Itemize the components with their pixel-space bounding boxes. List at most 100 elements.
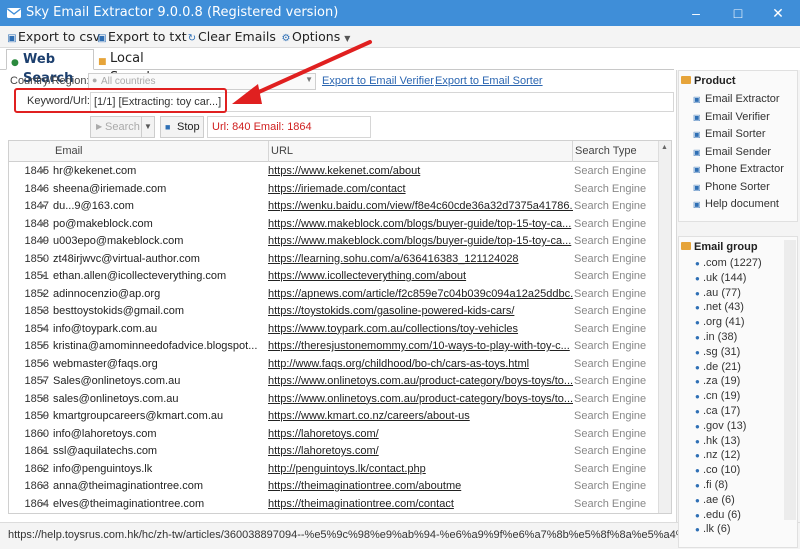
email-group-item[interactable]: ● .sg (31): [695, 346, 740, 358]
email-cell[interactable]: du...9@163.com: [53, 200, 268, 212]
email-cell[interactable]: sales@onlinetoys.com.au: [53, 393, 268, 405]
email-cell[interactable]: webmaster@faqs.org: [53, 358, 268, 370]
table-row[interactable]: 1855 ▸ kristina@amominneedofadvice.blogspo…: [9, 337, 671, 355]
results-table[interactable]: Email URL Search Type 1845 ▸ hr@kekenet.co…: [8, 140, 672, 514]
maximize-button[interactable]: □: [718, 0, 758, 26]
column-divider[interactable]: [268, 141, 269, 162]
email-group-item[interactable]: ● .lk (6): [695, 523, 731, 535]
url-cell[interactable]: https://www.onlinetoys.com.au/product-ca…: [268, 375, 573, 387]
url-cell[interactable]: http://www.faqs.org/childhood/bo-ch/cars…: [268, 358, 573, 370]
email-cell[interactable]: ethan.allen@icollecteverything.com: [53, 270, 268, 282]
url-cell[interactable]: https://www.kekenet.com/about: [268, 165, 573, 177]
table-row[interactable]: 1860 ▸ info@lahoretoys.com https://lahoreto…: [9, 425, 671, 443]
email-cell[interactable]: besttoystokids@gmail.com: [53, 305, 268, 317]
product-item[interactable]: ▣ Email Verifier: [693, 111, 770, 123]
email-cell[interactable]: info@penguintoys.lk: [53, 463, 268, 475]
url-cell[interactable]: https://theimaginationtree.com/contact: [268, 498, 573, 510]
url-cell[interactable]: https://www.toypark.com.au/collections/t…: [268, 323, 573, 335]
email-cell[interactable]: kristina@amominneedofadvice.blogspot...: [53, 340, 268, 352]
email-group-item[interactable]: ● .ca (17): [695, 405, 740, 417]
clear-emails-button[interactable]: ↻ Clear Emails: [186, 28, 276, 46]
email-cell[interactable]: po@makeblock.com: [53, 218, 268, 230]
table-row[interactable]: 1854 ▸ info@toypark.com.au https://www.toyp…: [9, 320, 671, 338]
email-cell[interactable]: Sales@onlinetoys.com.au: [53, 375, 268, 387]
product-item[interactable]: ▣ Email Sorter: [693, 128, 766, 140]
email-cell[interactable]: sheena@iriemade.com: [53, 183, 268, 195]
email-group-item[interactable]: ● .fi (8): [695, 479, 728, 491]
url-cell[interactable]: https://www.kmart.co.nz/careers/about-us: [268, 410, 573, 422]
scroll-up-icon[interactable]: ▲: [661, 144, 668, 151]
minimize-button[interactable]: –: [676, 0, 716, 26]
email-cell[interactable]: info@lahoretoys.com: [53, 428, 268, 440]
email-cell[interactable]: anna@theimaginationtree.com: [53, 480, 268, 492]
product-item[interactable]: ▣ Help document: [693, 198, 779, 210]
table-row[interactable]: 1857 ▸ Sales@onlinetoys.com.au https://www.…: [9, 372, 671, 390]
search-button[interactable]: ▶ Search: [90, 116, 142, 138]
url-cell[interactable]: https://wenku.baidu.com/view/f8e4c60cde3…: [268, 200, 573, 212]
url-cell[interactable]: https://theimaginationtree.com/aboutme: [268, 480, 573, 492]
table-row[interactable]: 1856 ▸ webmaster@faqs.org http://www.faqs.o…: [9, 355, 671, 373]
email-group-item[interactable]: ● .in (38): [695, 331, 737, 343]
header-search-type[interactable]: Search Type: [575, 145, 637, 157]
email-group-item[interactable]: ● .de (21): [695, 361, 741, 373]
close-button[interactable]: ✕: [758, 0, 798, 26]
email-group-item[interactable]: ● .gov (13): [695, 420, 746, 432]
url-cell[interactable]: https://lahoretoys.com/: [268, 445, 573, 457]
email-cell[interactable]: u003epo@makeblock.com: [53, 235, 268, 247]
email-cell[interactable]: kmartgroupcareers@kmart.com.au: [53, 410, 268, 422]
email-cell[interactable]: zt48irjwvc@virtual-author.com: [53, 253, 268, 265]
table-row[interactable]: 1846 ▸ sheena@iriemade.com https://iriemade…: [9, 180, 671, 198]
product-item[interactable]: ▣ Phone Extractor: [693, 163, 784, 175]
table-row[interactable]: 1862 ▸ info@penguintoys.lk http://penguinto…: [9, 460, 671, 478]
header-url[interactable]: URL: [271, 145, 293, 157]
tab-local-search[interactable]: ■Local Search: [94, 49, 186, 85]
email-group-item[interactable]: ● .co (10): [695, 464, 740, 476]
product-item[interactable]: ▣ Email Extractor: [693, 93, 780, 105]
url-cell[interactable]: https://apnews.com/article/f2c859e7c04b0…: [268, 288, 573, 300]
url-cell[interactable]: https://www.makeblock.com/blogs/buyer-gu…: [268, 218, 573, 230]
email-group-item[interactable]: ● .cn (19): [695, 390, 740, 402]
product-item[interactable]: ▣ Phone Sorter: [693, 181, 770, 193]
url-cell[interactable]: https://toystokids.com/gasoline-powered-…: [268, 305, 573, 317]
export-csv-button[interactable]: ▣Export to csv: [6, 28, 100, 46]
email-cell[interactable]: elves@theimaginationtree.com: [53, 498, 268, 510]
product-item[interactable]: ▣ Email Sender: [693, 146, 771, 158]
table-row[interactable]: 1849 ▸ u003epo@makeblock.com https://www.ma…: [9, 232, 671, 250]
email-cell[interactable]: ssl@aquilatechs.com: [53, 445, 268, 457]
search-dropdown-button[interactable]: ▼: [141, 116, 155, 138]
url-cell[interactable]: https://www.makeblock.com/blogs/buyer-gu…: [268, 235, 573, 247]
url-cell[interactable]: https://learning.sohu.com/a/636416383_12…: [268, 253, 573, 265]
url-cell[interactable]: http://penguintoys.lk/contact.php: [268, 463, 573, 475]
url-cell[interactable]: https://www.icollecteverything.com/about: [268, 270, 573, 282]
email-group-item[interactable]: ● .au (77): [695, 287, 741, 299]
options-button[interactable]: ⚙ Options ▼: [280, 28, 351, 46]
email-group-scrollbar[interactable]: [784, 240, 796, 520]
table-row[interactable]: 1853 ▸ besttoystokids@gmail.com https://toy…: [9, 302, 671, 320]
column-divider[interactable]: [572, 141, 573, 162]
table-row[interactable]: 1851 ▸ ethan.allen@icollecteverything.com h…: [9, 267, 671, 285]
email-cell[interactable]: hr@kekenet.com: [53, 165, 268, 177]
table-row[interactable]: 1850 ▸ zt48irjwvc@virtual-author.com https:…: [9, 250, 671, 268]
email-group-item[interactable]: ● .hk (13): [695, 435, 740, 447]
stop-button[interactable]: ■ Stop: [160, 116, 204, 138]
table-row[interactable]: 1847 ▸ du...9@163.com https://wenku.baidu.c…: [9, 197, 671, 215]
vertical-scrollbar[interactable]: ▲: [658, 141, 671, 513]
table-row[interactable]: 1845 ▸ hr@kekenet.com https://www.kekenet.c…: [9, 162, 671, 180]
tab-web-search[interactable]: ● Web Search: [6, 49, 94, 86]
email-group-item[interactable]: ● .za (19): [695, 375, 740, 387]
url-cell[interactable]: https://theresjustonemommy.com/10-ways-t…: [268, 340, 573, 352]
table-row[interactable]: 1852 ▸ adinnocenzio@ap.org https://apnews.c…: [9, 285, 671, 303]
email-cell[interactable]: adinnocenzio@ap.org: [53, 288, 268, 300]
export-sorter-link[interactable]: Export to Email Sorter: [435, 75, 543, 87]
table-row[interactable]: 1858 ▸ sales@onlinetoys.com.au https://www.…: [9, 390, 671, 408]
export-verifier-link[interactable]: Export to Email Verifier: [322, 75, 434, 87]
table-row[interactable]: 1848 ▸ po@makeblock.com https://www.makeblo…: [9, 215, 671, 233]
email-group-item[interactable]: ● .com (1227): [695, 257, 762, 269]
email-group-item[interactable]: ● .ae (6): [695, 494, 735, 506]
email-cell[interactable]: info@toypark.com.au: [53, 323, 268, 335]
table-row[interactable]: 1859 ▸ kmartgroupcareers@kmart.com.au https…: [9, 407, 671, 425]
table-row[interactable]: 1861 ▸ ssl@aquilatechs.com https://lahoreto…: [9, 442, 671, 460]
export-txt-button[interactable]: ▣Export to txt: [96, 28, 186, 46]
url-cell[interactable]: https://lahoretoys.com/: [268, 428, 573, 440]
email-group-item[interactable]: ● .edu (6): [695, 509, 741, 521]
